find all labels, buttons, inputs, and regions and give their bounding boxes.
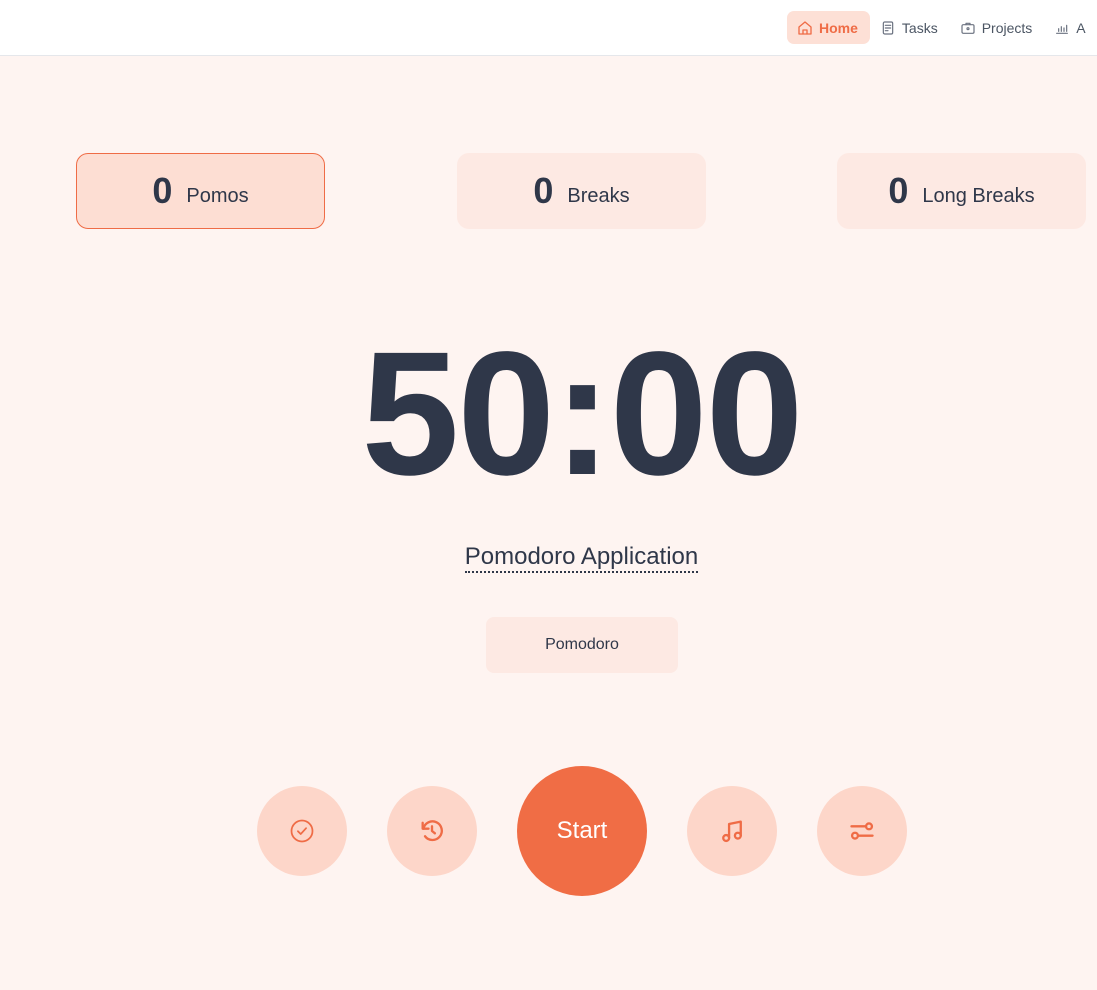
complete-button[interactable] [257,786,347,876]
timer-display: 50:00 [361,316,803,512]
project-name-link[interactable]: Pomodoro Application [464,543,699,573]
music-icon [722,820,742,843]
nav-projects-label: Projects [981,19,1033,36]
mode-selector[interactable]: Pomodoro [486,617,678,673]
stat-pomos[interactable]: 0 Pomos [76,153,325,229]
reset-icon [421,820,443,842]
settings-sliders-icon [850,822,874,840]
analytics-icon [1056,24,1069,34]
nav-tasks[interactable]: Tasks [870,11,950,44]
stat-breaks-label: Breaks [567,184,630,207]
briefcase-icon [961,22,975,34]
stat-long-breaks[interactable]: 0 Long Breaks [837,153,1086,229]
stat-breaks[interactable]: 0 Breaks [457,153,706,229]
stat-long-breaks-count: 0 [888,170,909,211]
stat-pomos-count: 0 [152,170,173,211]
stat-breaks-count: 0 [533,170,554,211]
music-button[interactable] [687,786,777,876]
main-content: 0 Pomos 0 Breaks 0 Long Breaks 50:00 Pom… [0,56,1097,990]
stat-pomos-label: Pomos [186,184,249,207]
nav-analytics[interactable]: A [1044,11,1097,44]
nav-home[interactable]: Home [787,11,870,44]
home-icon [798,20,812,35]
check-circle-icon [290,819,314,843]
nav-projects[interactable]: Projects [950,11,1045,44]
nav-tasks-label: Tasks [901,19,938,36]
main-nav: Home Tasks Projects A [787,11,1097,44]
project-title: Pomodoro Application [0,543,1097,573]
nav-analytics-label: A [1076,19,1086,36]
nav-home-label: Home [819,19,858,36]
settings-button[interactable] [817,786,907,876]
reset-button[interactable] [387,786,477,876]
top-navbar: Home Tasks Projects A [0,0,1097,56]
stat-long-breaks-label: Long Breaks [922,184,1035,207]
start-button[interactable]: Start [517,766,647,896]
tasks-icon [882,20,894,35]
